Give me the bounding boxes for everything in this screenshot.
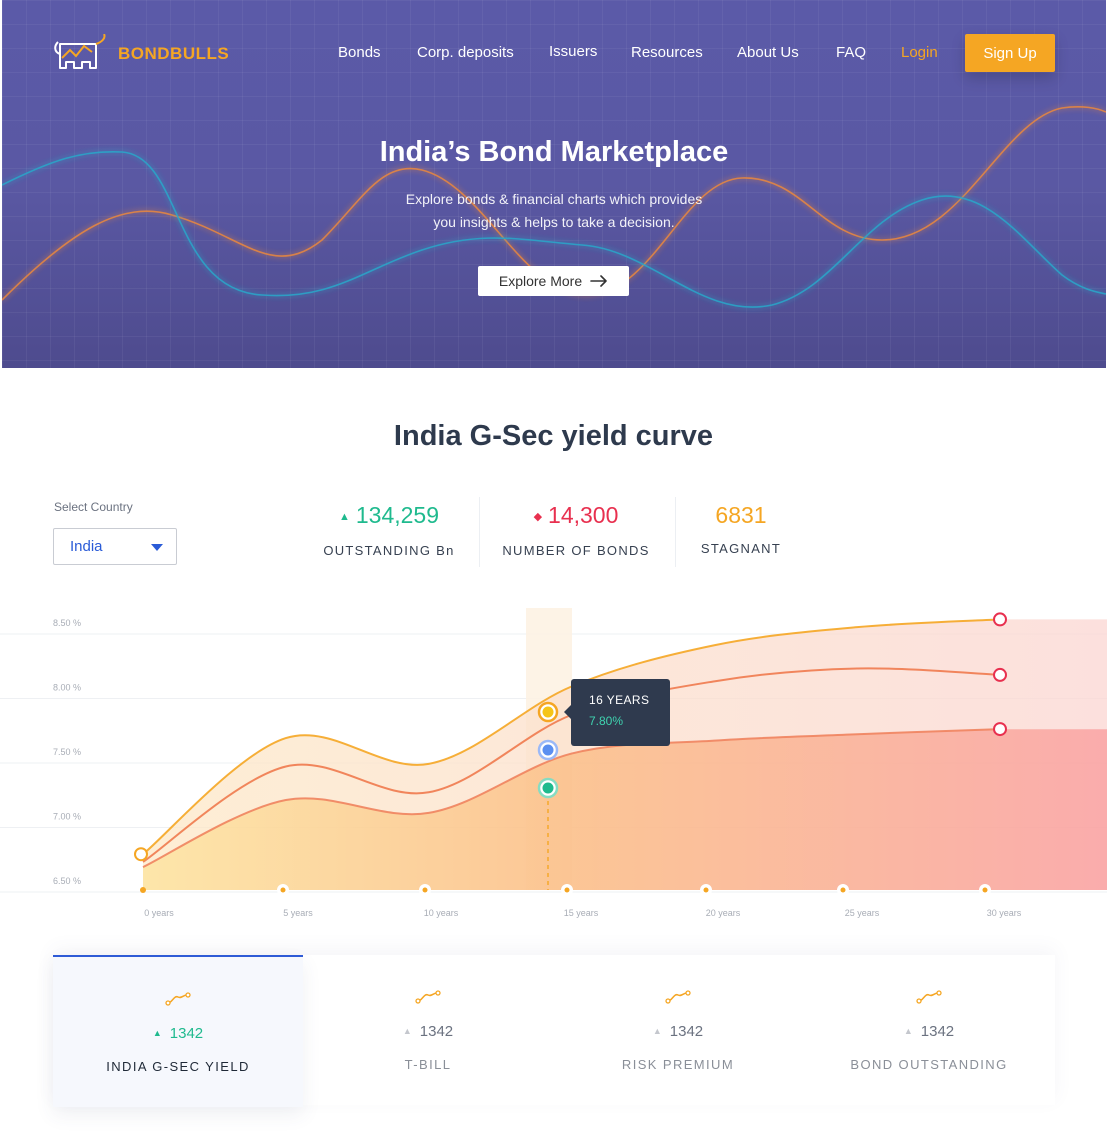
hero-subtitle-line-1: Explore bonds & financial charts which p… <box>405 191 703 207</box>
series-end-point <box>993 612 1007 627</box>
metric-tab-value: ▲ 1342 <box>303 1023 553 1040</box>
x-axis-tick-dot <box>564 887 570 893</box>
top-navigation: Bonds Corp. deposits Issuers Resources A… <box>2 43 1106 64</box>
login-link[interactable]: Login <box>901 44 938 61</box>
stat-divider <box>675 497 676 567</box>
trend-squiggle-icon <box>165 992 191 1006</box>
nav-item-bonds[interactable]: Bonds <box>338 44 381 61</box>
signup-button[interactable]: Sign Up <box>965 34 1055 72</box>
up-triangle-icon: ▲ <box>402 1026 412 1036</box>
x-axis-tick-dot <box>982 887 988 893</box>
stat-outstanding-value: ▲ 134,259 <box>312 500 466 532</box>
y-axis-tick-label: 8.50 % <box>53 618 81 628</box>
hero-subtitle: Explore bonds & financial charts which p… <box>2 188 1106 234</box>
x-axis-tick-label: 30 years <box>987 908 1022 918</box>
stat-bonds-label: NUMBER OF BONDS <box>502 543 650 558</box>
metric-tab-bond-outstanding[interactable]: ▲ 1342 BOND OUTSTANDING <box>804 955 1054 1107</box>
explore-more-label: Explore More <box>498 273 583 289</box>
stat-number-of-bonds: ◆ 14,300 NUMBER OF BONDS <box>492 500 660 558</box>
metric-tab-number: 1342 <box>920 1023 955 1040</box>
stat-bonds-value: ◆ 14,300 <box>492 500 660 532</box>
x-axis-tick-marker <box>140 887 146 893</box>
hero-section: BONDBULLS Bonds Corp. deposits Issuers R… <box>2 0 1106 368</box>
up-triangle-icon: ▲ <box>338 511 350 523</box>
stat-stagnant: 6831 STAGNANT <box>690 500 792 556</box>
y-axis-tick-label: 7.50 % <box>53 747 81 757</box>
x-axis-tick-dot <box>703 887 709 893</box>
up-triangle-icon: ▲ <box>903 1026 913 1036</box>
arrow-right-icon <box>590 275 607 287</box>
x-axis-tick-label: 20 years <box>706 908 741 918</box>
nav-item-resources[interactable]: Resources <box>631 44 703 61</box>
chart-tooltip: 16 YEARS 7.80% <box>564 679 670 746</box>
trend-squiggle-icon <box>916 990 942 1004</box>
metric-tab-t-bill[interactable]: ▲ 1342 T-BILL <box>303 955 553 1107</box>
country-dropdown-value: India <box>70 538 103 555</box>
y-axis-tick-label: 7.00 % <box>53 812 81 822</box>
chevron-down-icon <box>151 544 163 551</box>
y-axis-tick-label: 6.50 % <box>53 876 81 886</box>
tooltip-title: 16 YEARS <box>589 693 650 707</box>
x-axis-tick-label: 10 years <box>424 908 459 918</box>
nav-item-about-us[interactable]: About Us <box>737 44 799 61</box>
country-dropdown[interactable]: India <box>53 528 177 565</box>
x-axis-tick-label: 5 years <box>283 908 313 918</box>
x-axis-tick-dot <box>280 887 286 893</box>
diamond-icon: ◆ <box>533 511 543 523</box>
metric-tab-label: INDIA G-SEC YIELD <box>106 1059 250 1074</box>
metric-tab-label: BOND OUTSTANDING <box>850 1057 1008 1072</box>
country-select-label: Select Country <box>54 500 133 514</box>
metric-tab-value: ▲ 1342 <box>53 1025 303 1042</box>
up-triangle-icon: ▲ <box>652 1026 662 1036</box>
nav-item-corp-deposits[interactable]: Corp. deposits <box>417 44 514 61</box>
trend-squiggle-icon <box>665 990 691 1004</box>
highlight-point <box>542 706 554 718</box>
section-title: India G-Sec yield curve <box>393 420 714 452</box>
metric-tab-number: 1342 <box>169 1025 204 1042</box>
stat-divider <box>479 497 480 567</box>
highlight-point <box>542 744 554 756</box>
stat-stagnant-value: 6831 <box>715 502 767 528</box>
hero-title: India’s Bond Marketplace <box>379 136 729 168</box>
stat-stagnant-label: STAGNANT <box>700 541 782 556</box>
stat-bonds-number: 14,300 <box>548 502 619 528</box>
metric-tab-india-g-sec-yield[interactable]: ▲ 1342 INDIA G-SEC YIELD <box>53 955 303 1107</box>
stat-outstanding-number: 134,259 <box>355 502 440 528</box>
yield-curve-chart[interactable]: 8.50 % 8.00 % 7.50 % 7.00 % 6.50 % 0 years 5 y… <box>0 600 1107 930</box>
x-axis-tick-label: 15 years <box>564 908 599 918</box>
tooltip-value: 7.80% <box>589 714 624 728</box>
x-axis-tick-dot <box>422 887 428 893</box>
x-axis-tick-label: 0 years <box>144 908 174 918</box>
metric-tab-value: ▲ 1342 <box>804 1023 1054 1040</box>
metric-tab-number: 1342 <box>419 1023 454 1040</box>
explore-more-button[interactable]: Explore More <box>478 266 629 296</box>
series-end-point <box>993 722 1007 737</box>
y-axis-tick-label: 8.00 % <box>53 683 81 693</box>
stat-outstanding: ▲ 134,259 OUTSTANDING Bn <box>312 500 466 558</box>
trend-squiggle-icon <box>415 990 441 1004</box>
series-end-point <box>993 667 1007 682</box>
x-axis-tick-label: 25 years <box>845 908 880 918</box>
up-triangle-icon: ▲ <box>152 1028 162 1038</box>
series-start-point <box>134 847 148 862</box>
hero-subtitle-line-2: you insights & helps to take a decision. <box>433 214 675 230</box>
metric-tab-number: 1342 <box>669 1023 704 1040</box>
x-axis-tick-dot <box>840 887 846 893</box>
metric-tab-risk-premium[interactable]: ▲ 1342 RISK PREMIUM <box>553 955 803 1107</box>
highlight-point <box>542 782 554 794</box>
nav-item-faq[interactable]: FAQ <box>836 44 866 61</box>
metric-tab-value: ▲ 1342 <box>553 1023 803 1040</box>
metric-tab-label: RISK PREMIUM <box>621 1057 735 1072</box>
stat-outstanding-label: OUTSTANDING Bn <box>323 543 455 558</box>
nav-item-issuers[interactable]: Issuers <box>549 43 597 60</box>
metric-tab-label: T-BILL <box>404 1057 452 1072</box>
